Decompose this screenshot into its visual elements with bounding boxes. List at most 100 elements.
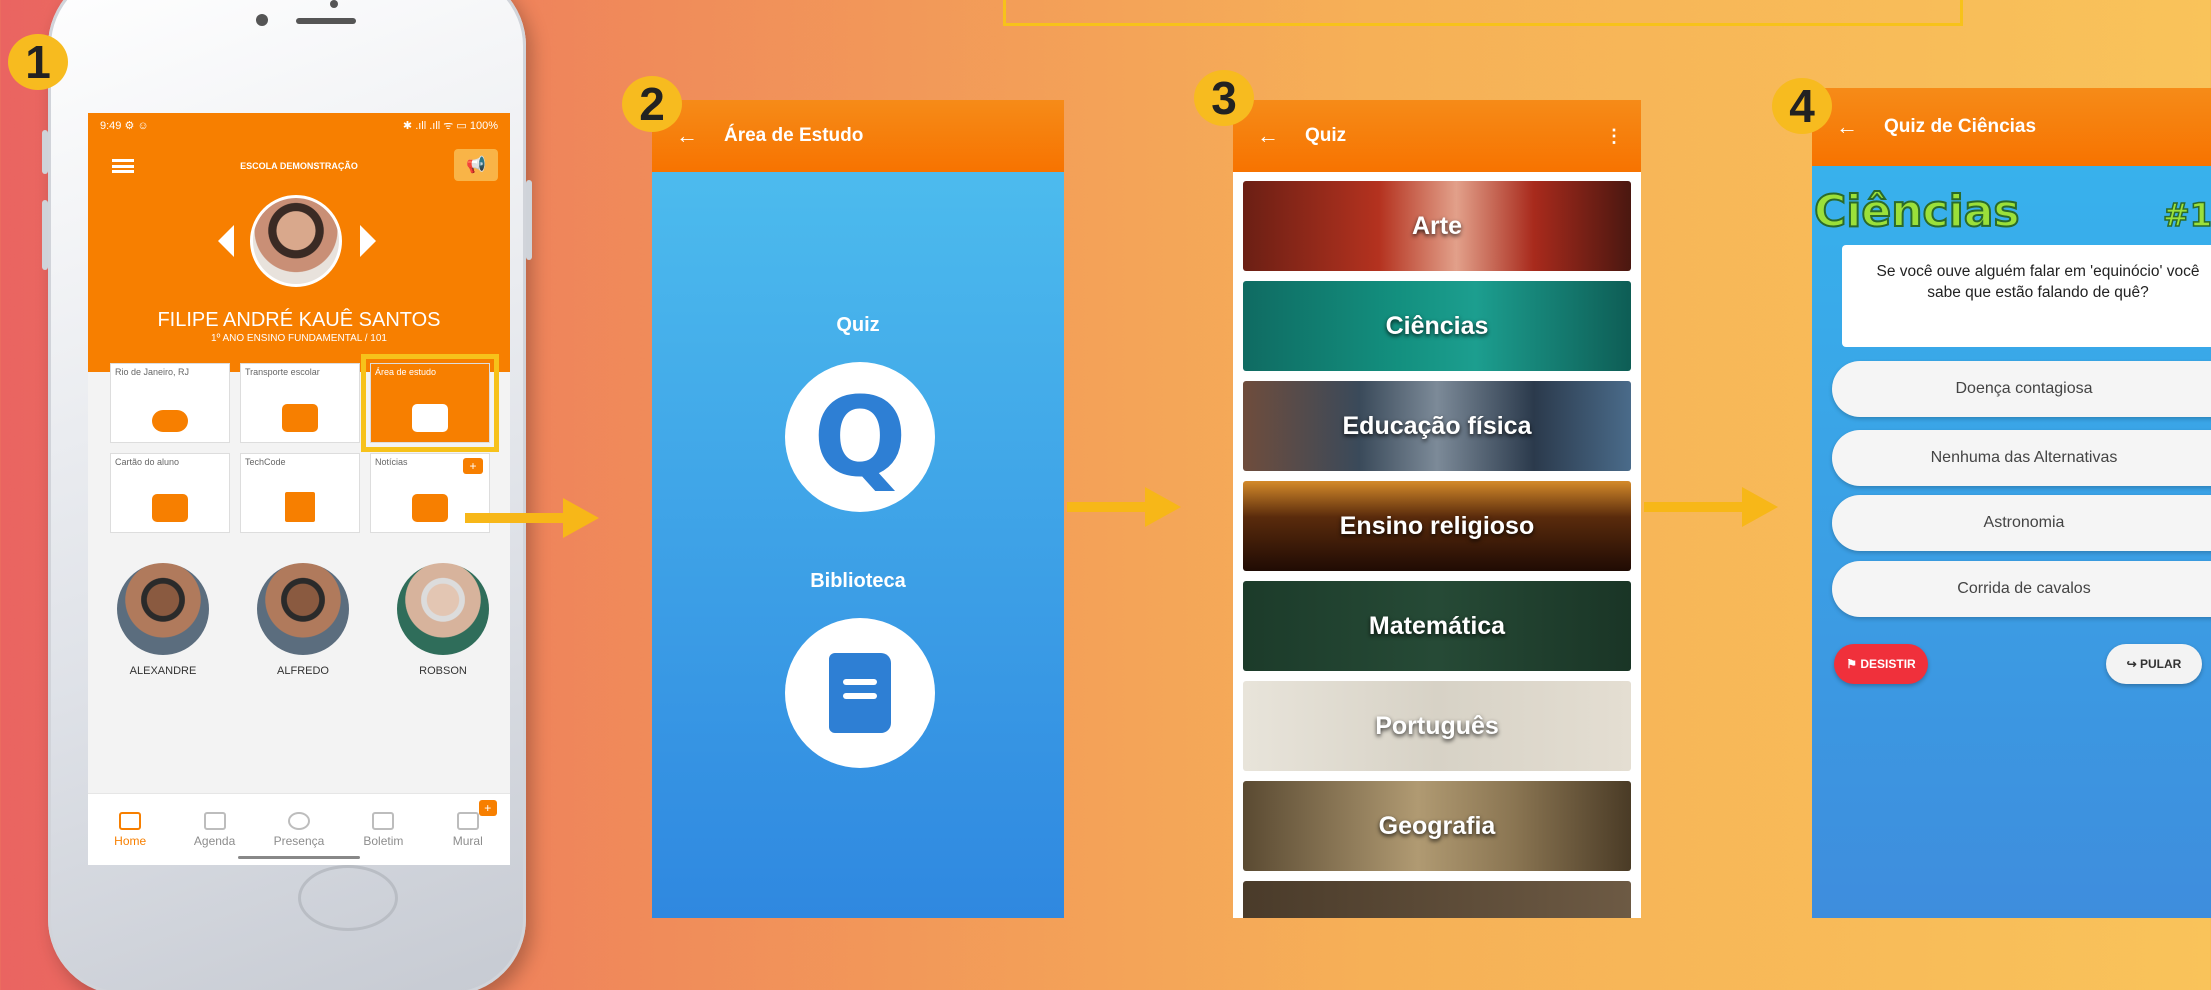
answer-option[interactable]: Astronomia bbox=[1832, 495, 2211, 551]
quiz-q-icon: Q bbox=[813, 373, 907, 501]
category-partial[interactable] bbox=[1243, 881, 1631, 918]
previous-student-icon[interactable] bbox=[218, 225, 234, 257]
home-indicator bbox=[238, 856, 360, 859]
teacher-item[interactable]: ALEXANDRE bbox=[108, 563, 218, 677]
teacher-photo bbox=[117, 563, 209, 655]
category-ensino-religioso[interactable]: Ensino religioso bbox=[1243, 481, 1631, 571]
megaphone-icon[interactable]: 📢 bbox=[454, 149, 498, 181]
category-ciencias[interactable]: Ciências bbox=[1243, 281, 1631, 371]
phone-screen: 9:49 ⚙ ☺ ✱ .ıll .ıll ᯤ ▭ 100% ESCOLA DEM… bbox=[88, 113, 510, 865]
highlight-frame bbox=[1003, 0, 1963, 26]
teacher-item[interactable]: ALFREDO bbox=[248, 563, 358, 677]
teacher-item[interactable]: ROBSON bbox=[388, 563, 498, 677]
school-name: ESCOLA DEMONSTRAÇÃO bbox=[240, 161, 358, 171]
tile-label: Área de estudo bbox=[375, 367, 437, 377]
sensor bbox=[256, 14, 268, 26]
back-arrow-icon[interactable]: ← bbox=[1836, 114, 1858, 140]
flow-arrow-3 bbox=[1644, 487, 1778, 527]
step-badge-1: 1 bbox=[8, 34, 68, 90]
category-portugues[interactable]: Português bbox=[1243, 681, 1631, 771]
quiz-question-screen: ← Quiz de Ciências Ciências #1 Se você o… bbox=[1812, 88, 2211, 918]
cloud-icon bbox=[152, 410, 188, 432]
question-text: Se você ouve alguém falar em 'equinócio'… bbox=[1842, 245, 2211, 347]
app-bar: ← Quiz ⋮ bbox=[1233, 100, 1641, 172]
answer-label: Corrida de cavalos bbox=[1957, 580, 2091, 597]
bottom-navigation: Home Agenda Presença Boletim + Mural bbox=[88, 793, 510, 865]
news-badge: + bbox=[463, 458, 483, 474]
step-badge-4: 4 bbox=[1772, 78, 1832, 134]
answer-label: Astronomia bbox=[1983, 514, 2065, 531]
calendar-icon bbox=[203, 811, 226, 830]
tile-label: Notícias bbox=[375, 457, 408, 467]
give-up-button[interactable]: ⚑ DESISTIR bbox=[1834, 644, 1928, 684]
category-arte[interactable]: Arte bbox=[1243, 181, 1631, 271]
skip-button[interactable]: ↪ PULAR bbox=[2106, 644, 2202, 684]
volume-button bbox=[42, 200, 48, 270]
qr-code-icon bbox=[285, 492, 315, 522]
book-icon bbox=[829, 653, 891, 733]
category-matematica[interactable]: Matemática bbox=[1243, 581, 1631, 671]
mural-badge: + bbox=[478, 799, 497, 816]
app-bar: ← Área de Estudo bbox=[652, 100, 1064, 172]
tile-techcode[interactable]: TechCode bbox=[240, 453, 360, 533]
answer-option[interactable]: Nenhuma das Alternativas bbox=[1832, 430, 2211, 486]
nav-label: Home bbox=[114, 833, 147, 848]
teacher-name: ALFREDO bbox=[277, 665, 329, 677]
teacher-photo bbox=[397, 563, 489, 655]
library-label: Biblioteca bbox=[810, 570, 906, 592]
subject-title: Ciências bbox=[1813, 185, 2021, 238]
student-class: 1º ANO ENSINO FUNDAMENTAL / 101 bbox=[211, 333, 387, 344]
id-card-icon bbox=[152, 494, 188, 522]
library-button[interactable] bbox=[785, 618, 935, 768]
tile-student-card[interactable]: Cartão do aluno bbox=[110, 453, 230, 533]
answer-option[interactable]: Doença contagiosa bbox=[1832, 361, 2211, 417]
list-icon bbox=[372, 811, 395, 830]
tile-study-area[interactable]: Área de estudo bbox=[361, 354, 499, 452]
location-icon bbox=[287, 811, 310, 830]
news-icon bbox=[412, 494, 448, 522]
screen-title: Área de Estudo bbox=[724, 125, 864, 146]
flow-arrow-1 bbox=[465, 498, 599, 538]
tile-school-transport[interactable]: Transporte escolar bbox=[240, 363, 360, 443]
screen-title: Quiz de Ciências bbox=[1884, 116, 2037, 137]
tile-label: Rio de Janeiro, RJ bbox=[115, 367, 190, 377]
nav-presenca[interactable]: Presença bbox=[264, 811, 334, 848]
answer-label: Nenhuma das Alternativas bbox=[1930, 449, 2118, 466]
home-icon bbox=[119, 811, 142, 830]
answer-option[interactable]: Corrida de cavalos bbox=[1832, 561, 2211, 617]
mural-icon bbox=[456, 811, 479, 830]
teacher-photo bbox=[257, 563, 349, 655]
nav-agenda[interactable]: Agenda bbox=[180, 811, 250, 848]
mute-switch bbox=[42, 130, 48, 174]
quiz-button[interactable]: Q bbox=[785, 362, 935, 512]
teacher-name: ALEXANDRE bbox=[129, 665, 197, 677]
nav-boletim[interactable]: Boletim bbox=[348, 811, 418, 848]
screen-title: Quiz bbox=[1305, 125, 1347, 146]
tile-label: Transporte escolar bbox=[245, 367, 320, 377]
next-student-icon[interactable] bbox=[360, 225, 376, 257]
step-badge-3: 3 bbox=[1194, 70, 1254, 126]
power-button bbox=[526, 180, 532, 260]
tile-weather[interactable]: Rio de Janeiro, RJ bbox=[110, 363, 230, 443]
home-button[interactable] bbox=[298, 865, 398, 931]
quiz-categories-screen: ← Quiz ⋮ Arte Ciências Educação física E… bbox=[1233, 100, 1641, 918]
category-geografia[interactable]: Geografia bbox=[1243, 781, 1631, 871]
quiz-label: Quiz bbox=[836, 314, 880, 336]
back-arrow-icon[interactable]: ← bbox=[1257, 123, 1279, 149]
student-avatar bbox=[250, 195, 342, 287]
teacher-name: ROBSON bbox=[419, 665, 467, 677]
app-bar: ← Quiz de Ciências bbox=[1812, 88, 2211, 166]
nav-label: Agenda bbox=[193, 833, 236, 848]
status-time: 9:49 ⚙ ☺ bbox=[100, 119, 149, 132]
tile-label: TechCode bbox=[245, 457, 286, 467]
answer-label: Doença contagiosa bbox=[1955, 380, 2093, 397]
study-area-screen: ← Área de Estudo Quiz Q Biblioteca bbox=[652, 100, 1064, 918]
front-camera bbox=[330, 0, 338, 8]
more-options-icon[interactable]: ⋮ bbox=[1605, 126, 1623, 147]
teachers-list: ALEXANDRE ALFREDO ROBSON bbox=[108, 563, 498, 677]
nav-label: Boletim bbox=[363, 833, 404, 848]
back-arrow-icon[interactable]: ← bbox=[676, 123, 698, 149]
nav-mural[interactable]: + Mural bbox=[433, 799, 503, 848]
category-educacao-fisica[interactable]: Educação física bbox=[1243, 381, 1631, 471]
nav-home[interactable]: Home bbox=[95, 811, 165, 848]
